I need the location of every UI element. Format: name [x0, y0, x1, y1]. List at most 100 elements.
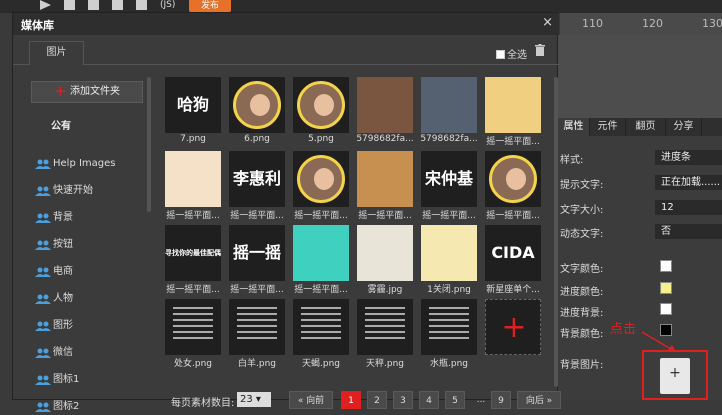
face-shape — [250, 94, 270, 116]
prop-label: 进度背景: — [560, 308, 604, 319]
image-thumbnail — [357, 151, 413, 207]
tab-share[interactable]: 分享 — [666, 118, 702, 136]
image-tile[interactable]: 天秤.png — [357, 299, 413, 369]
image-tile[interactable]: 摇一摇平面... — [485, 151, 541, 221]
sidebar-folder-item[interactable]: Help Images — [33, 156, 143, 172]
properties-header-area — [558, 35, 722, 118]
image-tile[interactable]: 1关闭.png — [421, 225, 477, 295]
image-tile[interactable]: 5.png — [293, 77, 349, 144]
code-button[interactable]: (JS) — [160, 0, 175, 10]
image-tile[interactable]: 白羊.png — [229, 299, 285, 369]
portrait-image — [297, 81, 345, 129]
preview-icon[interactable] — [112, 0, 123, 10]
page-1[interactable]: 1 — [341, 391, 361, 409]
image-tile[interactable]: 5798682fa... — [420, 77, 478, 144]
image-caption: 1关闭.png — [427, 285, 471, 295]
image-caption: 新星座单个... — [486, 285, 540, 295]
sidebar-folder-item[interactable]: 微信 — [33, 345, 143, 361]
image-thumbnail: 寻找你的最佳配偶 — [165, 225, 221, 281]
prev-page-button[interactable]: « 向前 — [289, 391, 333, 409]
users-icon — [35, 321, 51, 331]
sidebar-folder-item[interactable]: 图标1 — [33, 372, 143, 388]
image-caption: 摇一摇平面... — [422, 211, 476, 221]
select-all-checkbox[interactable]: 全选 — [496, 46, 527, 61]
image-tile[interactable]: 哈狗 7.png — [165, 77, 221, 144]
image-tile[interactable]: 5798682fa... — [356, 77, 414, 144]
image-caption: 摇一摇平面... — [486, 211, 540, 221]
hint-text-input[interactable]: 正在加载...... — [655, 175, 722, 190]
grid-scrollbar[interactable] — [554, 77, 558, 387]
page-2[interactable]: 2 — [367, 391, 387, 409]
tab-components[interactable]: 元件 — [590, 118, 626, 136]
image-tile[interactable]: 宋仲基 摇一摇平面... — [421, 151, 477, 221]
page-4[interactable]: 4 — [419, 391, 439, 409]
image-tile[interactable]: 摇一摇平面... — [293, 225, 349, 295]
image-tile[interactable]: 李惠利 摇一摇平面... — [229, 151, 285, 221]
dialog-title: 媒体库 — [21, 19, 54, 32]
image-caption: 摇一摇平面... — [230, 285, 284, 295]
sidebar-folder-item[interactable]: 背景 — [33, 210, 143, 226]
image-thumbnail — [421, 225, 477, 281]
folder-label: 图标1 — [53, 374, 80, 385]
sidebar-folder-item[interactable]: 图标2 — [33, 399, 143, 415]
plus-icon: + — [54, 82, 67, 100]
image-thumbnail — [421, 77, 477, 133]
image-caption: 摇一摇平面... — [230, 211, 284, 221]
image-thumbnail: 摇一摇 — [229, 225, 285, 281]
image-tile[interactable]: 摇一摇平面... — [485, 77, 541, 147]
progress-bg-swatch[interactable] — [660, 303, 672, 315]
sidebar-folder-item[interactable]: 人物 — [33, 291, 143, 307]
ruler-tick: 120 — [642, 17, 663, 30]
page-9[interactable]: 9 — [491, 391, 511, 409]
dynamic-text-select[interactable]: 否 — [655, 224, 722, 239]
image-caption: 白羊.png — [238, 359, 276, 369]
sidebar-folder-item[interactable]: 图形 — [33, 318, 143, 334]
page-5[interactable]: 5 — [445, 391, 465, 409]
style-select[interactable]: 进度条 — [655, 150, 722, 165]
font-size-input[interactable]: 12 — [655, 200, 722, 215]
stop-icon[interactable] — [88, 0, 99, 10]
add-image-tile[interactable]: + — [485, 299, 541, 355]
image-tile[interactable]: CIDA 新星座单个... — [485, 225, 541, 295]
image-tile[interactable]: 摇一摇平面... — [165, 151, 221, 221]
tab-pages[interactable]: 翻页 — [626, 118, 666, 136]
tab-properties[interactable]: 属性 — [558, 118, 590, 136]
image-tile[interactable]: 天蝎.png — [293, 299, 349, 369]
image-tile[interactable]: 摇一摇摇一摇平面... — [229, 225, 285, 295]
image-tile[interactable]: 寻找你的最佳配偶 摇一摇平面... — [165, 225, 221, 295]
image-caption: 水瓶.png — [430, 359, 468, 369]
text-color-swatch[interactable] — [660, 260, 672, 272]
page-3[interactable]: 3 — [393, 391, 413, 409]
image-thumbnail — [229, 77, 285, 133]
image-tile[interactable]: 摇一摇平面... — [357, 151, 413, 221]
tab-images[interactable]: 图片 — [29, 41, 84, 65]
portrait-image — [489, 155, 537, 203]
image-caption: 6.png — [244, 134, 270, 144]
sidebar-folder-item[interactable]: 电商 — [33, 264, 143, 280]
image-tile[interactable]: 雾霾.jpg — [357, 225, 413, 295]
sidebar-scrollbar[interactable] — [147, 77, 151, 212]
qrcode-icon[interactable] — [136, 0, 147, 10]
checkbox-icon[interactable] — [496, 50, 505, 59]
step-icon[interactable] — [64, 0, 75, 10]
image-thumbnail: 哈狗 — [165, 77, 221, 133]
publish-button[interactable]: 发布 — [189, 0, 231, 12]
image-tile[interactable]: 6.png — [229, 77, 285, 144]
sidebar-folder-item[interactable]: 按钮 — [33, 237, 143, 253]
image-tile[interactable]: 处女.png — [165, 299, 221, 369]
play-icon[interactable] — [40, 0, 51, 10]
bg-image-upload-button[interactable]: + — [660, 358, 690, 394]
trash-icon[interactable] — [535, 44, 545, 56]
image-tile[interactable]: 摇一摇平面... — [293, 151, 349, 221]
image-tile[interactable]: 水瓶.png — [421, 299, 477, 369]
image-caption: 摇一摇平面... — [294, 211, 348, 221]
face-shape — [314, 94, 334, 116]
sidebar-folder-item[interactable]: 快速开始 — [33, 183, 143, 199]
select-all-label: 全选 — [507, 50, 527, 61]
folder-label: 按钮 — [53, 239, 73, 250]
progress-color-swatch[interactable] — [660, 282, 672, 294]
add-folder-button[interactable]: + 添加文件夹 — [31, 81, 143, 103]
close-icon[interactable]: × — [542, 15, 553, 30]
next-page-button[interactable]: 向后 » — [517, 391, 561, 409]
image-caption: 7.png — [180, 134, 206, 144]
